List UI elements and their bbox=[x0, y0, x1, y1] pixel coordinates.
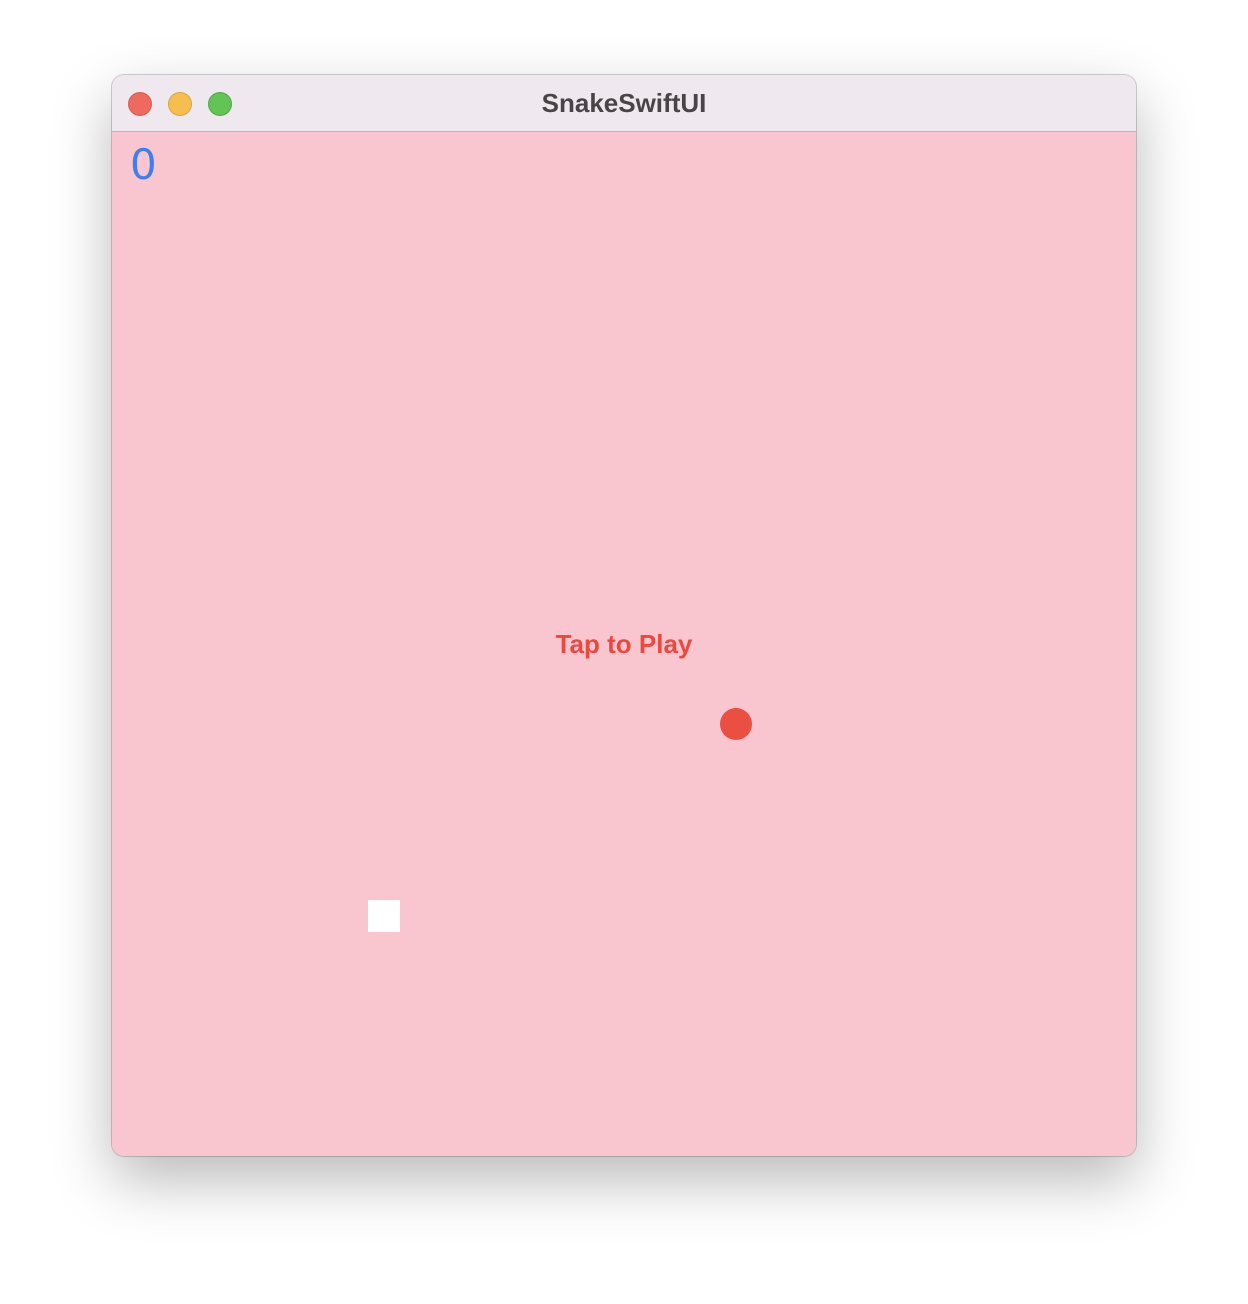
score-label: 0 bbox=[130, 140, 157, 189]
title-bar[interactable]: SnakeSwiftUI bbox=[112, 75, 1136, 132]
tap-to-play-prompt[interactable]: Tap to Play bbox=[112, 628, 1136, 660]
snake-segment bbox=[368, 900, 400, 932]
app-window: SnakeSwiftUI 0 Tap to Play bbox=[112, 75, 1136, 1156]
game-board[interactable]: 0 Tap to Play bbox=[112, 132, 1136, 1156]
window-title: SnakeSwiftUI bbox=[541, 88, 707, 118]
food-dot bbox=[720, 708, 752, 740]
